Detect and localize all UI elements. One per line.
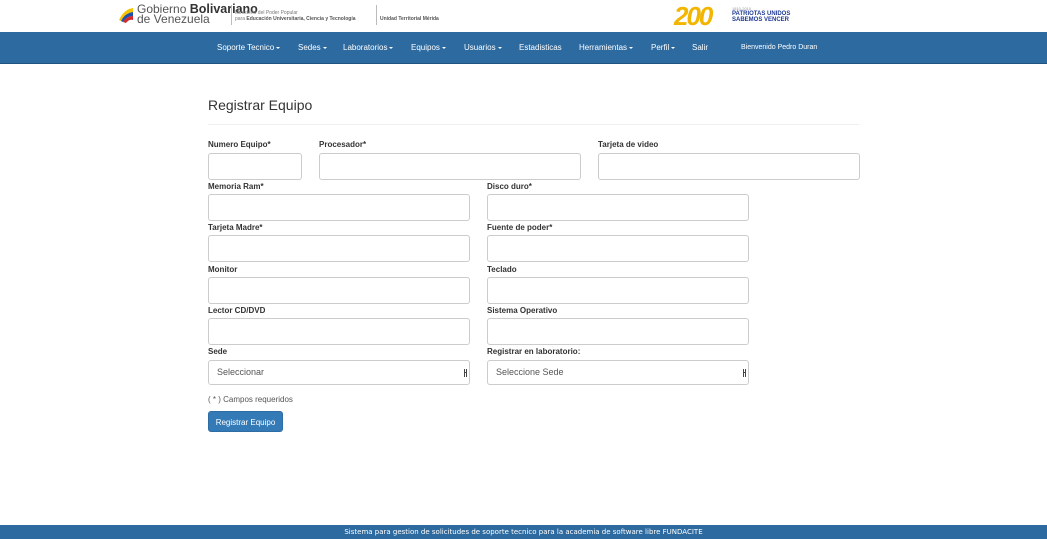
numero-equipo-input[interactable] bbox=[208, 153, 302, 180]
nav-herramientas[interactable]: Herramientas bbox=[579, 32, 634, 63]
registrar-equipo-button[interactable]: Registrar Equipo bbox=[208, 411, 283, 432]
nav-salir[interactable]: Salir bbox=[692, 32, 708, 63]
monitor-label: Monitor bbox=[208, 265, 238, 274]
venezuela-flag-icon bbox=[119, 8, 133, 23]
welcome-text: Bienvenido Pedro Duran bbox=[741, 44, 818, 51]
tarjeta-video-label: Tarjeta de video bbox=[598, 140, 659, 149]
unit-text: Unidad Territorial Mérida bbox=[380, 16, 439, 22]
teclado-input[interactable] bbox=[487, 277, 749, 304]
nav-laboratorios[interactable]: Laboratorios bbox=[343, 32, 394, 63]
fuente-poder-label: Fuente de poder* bbox=[487, 223, 553, 232]
tarjeta-madre-input[interactable] bbox=[208, 235, 470, 262]
disco-duro-label: Disco duro* bbox=[487, 182, 532, 191]
nav-equipos[interactable]: Equipos bbox=[411, 32, 446, 63]
nav-sedes[interactable]: Sedes bbox=[298, 32, 327, 63]
ministry-text: Ministerio del Poder Popular para Educac… bbox=[235, 10, 356, 22]
footer: Sistema para gestion de solicitudes de s… bbox=[0, 525, 1047, 539]
gobierno-bolivariano-logo: Gobierno Bolivariano de Venezuela Minist… bbox=[117, 3, 603, 28]
caret-down-icon bbox=[441, 46, 446, 49]
memoria-ram-input[interactable] bbox=[208, 194, 470, 221]
disco-duro-input[interactable] bbox=[487, 194, 749, 221]
sistema-operativo-input[interactable] bbox=[487, 318, 749, 345]
caret-down-icon bbox=[497, 46, 502, 49]
banner-separator bbox=[231, 5, 232, 25]
nav-soporte-tecnico[interactable]: Soporte Tecnico bbox=[217, 32, 281, 63]
banner-separator bbox=[376, 5, 377, 25]
sede-select[interactable]: Seleccionar bbox=[208, 360, 470, 385]
caret-down-icon bbox=[629, 46, 634, 49]
sede-select-value: Seleccionar bbox=[217, 367, 265, 377]
laboratorio-select[interactable]: Seleccione Sede bbox=[487, 360, 749, 385]
sistema-operativo-label: Sistema Operativo bbox=[487, 306, 558, 315]
page-title: Registrar Equipo bbox=[208, 97, 313, 113]
nav-perfil[interactable]: Perfil bbox=[651, 32, 676, 63]
caret-down-icon bbox=[322, 46, 327, 49]
numero-equipo-label: Numero Equipo* bbox=[208, 140, 271, 149]
caret-down-icon bbox=[671, 46, 676, 49]
lector-cd-dvd-input[interactable] bbox=[208, 318, 470, 345]
memoria-ram-label: Memoria Ram* bbox=[208, 182, 264, 191]
fuente-poder-input[interactable] bbox=[487, 235, 749, 262]
teclado-label: Teclado bbox=[487, 265, 517, 274]
government-banner: Gobierno Bolivariano de Venezuela Minist… bbox=[0, 0, 1047, 32]
monitor-input[interactable] bbox=[208, 277, 470, 304]
sede-label: Sede bbox=[208, 347, 228, 356]
nav-usuarios[interactable]: Usuarios bbox=[464, 32, 502, 63]
bicentenario-slogan: PATRIOTAS UNIDOS SABEMOS VENCER bbox=[732, 11, 791, 23]
lector-cd-dvd-label: Lector CD/DVD bbox=[208, 306, 266, 315]
tarjeta-madre-label: Tarjeta Madre* bbox=[208, 223, 263, 232]
procesador-input[interactable] bbox=[319, 153, 581, 180]
caret-down-icon bbox=[389, 46, 394, 49]
select-arrows-icon bbox=[464, 369, 467, 377]
required-fields-note: ( * ) Campos requeridos bbox=[208, 395, 293, 404]
bicentenario-logo: 200 1810-2010 PATRIOTAS UNIDOS SABEMOS V… bbox=[674, 2, 794, 30]
caret-down-icon bbox=[276, 46, 281, 49]
laboratorio-select-value: Seleccione Sede bbox=[496, 367, 564, 377]
procesador-label: Procesador* bbox=[319, 140, 367, 149]
title-divider bbox=[208, 124, 859, 125]
main-navbar: Soporte Tecnico Sedes Laboratorios Equip… bbox=[0, 32, 1047, 64]
tarjeta-video-input[interactable] bbox=[598, 153, 860, 180]
select-arrows-icon bbox=[743, 369, 746, 377]
bicentenario-number: 200 bbox=[674, 1, 713, 31]
nav-estadisticas[interactable]: Estadisticas bbox=[519, 32, 562, 63]
laboratorio-label: Registrar en laboratorio: bbox=[487, 347, 581, 356]
